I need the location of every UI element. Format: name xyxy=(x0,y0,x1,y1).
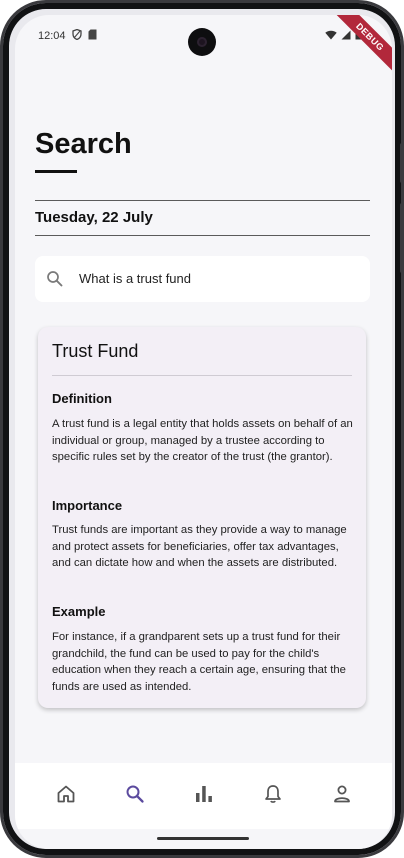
search-icon xyxy=(126,785,144,803)
result-card: Trust Fund Definition A trust fund is a … xyxy=(38,327,366,708)
app-screen: 12:04 DEBUG Search Tuesday, 22 July What… xyxy=(15,15,392,849)
page-title: Search xyxy=(35,128,132,160)
sd-card-icon xyxy=(88,29,97,40)
card-title: Trust Fund xyxy=(52,341,139,361)
nav-search[interactable] xyxy=(117,776,153,812)
search-input[interactable]: What is a trust fund xyxy=(35,256,370,302)
date-divider-top xyxy=(35,200,370,201)
nav-notifications[interactable] xyxy=(255,776,291,812)
title-underline xyxy=(35,170,77,173)
home-indicator[interactable] xyxy=(157,837,249,840)
section-body-importance: Trust funds are important as they provid… xyxy=(52,524,347,569)
bar-chart-icon xyxy=(195,786,212,802)
date-label: Tuesday, 22 July xyxy=(35,209,153,226)
status-left-icons xyxy=(72,29,97,40)
nav-profile[interactable] xyxy=(324,776,360,812)
date-divider-bottom xyxy=(35,235,370,236)
section-body-example: For instance, if a grandparent sets up a… xyxy=(52,631,346,693)
debug-banner: DEBUG xyxy=(330,15,392,77)
shield-icon xyxy=(72,29,82,40)
section-heading-example: Example xyxy=(52,604,106,619)
bottom-nav xyxy=(15,763,392,829)
wifi-icon xyxy=(325,30,337,39)
person-icon xyxy=(333,785,350,803)
search-query-text[interactable]: What is a trust fund xyxy=(79,271,191,286)
status-bar: 12:04 DEBUG xyxy=(15,15,392,77)
section-heading-importance: Importance xyxy=(52,498,123,513)
home-icon xyxy=(57,785,74,803)
signal-icon xyxy=(341,30,351,39)
front-camera xyxy=(188,28,216,56)
nav-stats[interactable] xyxy=(186,776,222,812)
search-icon xyxy=(47,271,63,287)
phone-frame: 12:04 DEBUG Search Tuesday, 22 July What… xyxy=(0,0,404,858)
volume-button xyxy=(400,143,404,183)
nav-home[interactable] xyxy=(48,776,84,812)
section-body-definition: A trust fund is a legal entity that hold… xyxy=(52,418,353,463)
status-time: 12:04 xyxy=(38,30,66,42)
power-button xyxy=(400,203,404,273)
card-divider xyxy=(52,375,352,376)
section-heading-definition: Definition xyxy=(52,391,112,406)
bell-icon xyxy=(264,785,281,803)
